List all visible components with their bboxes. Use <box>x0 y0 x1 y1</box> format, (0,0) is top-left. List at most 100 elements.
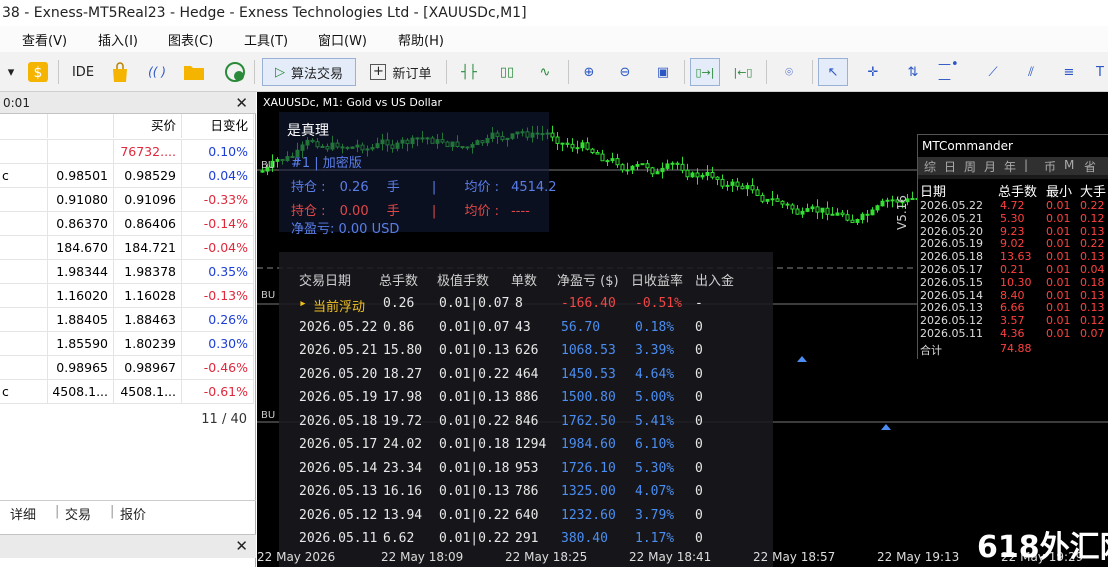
dropdown-arrow-icon[interactable]: ▾ <box>4 58 18 86</box>
table-row[interactable]: 0.91080 0.91096 -0.33% <box>0 188 254 212</box>
menu-tools[interactable]: 工具(T) <box>244 30 288 49</box>
cursor-icon[interactable]: ↖ <box>818 58 848 86</box>
ask-cell: 0.91096 <box>114 188 182 212</box>
ask-cell: 1.16028 <box>114 284 182 308</box>
mtc-tab[interactable]: 月 <box>984 158 996 175</box>
candle-body <box>800 210 805 215</box>
new-order-button[interactable]: + 新订单 <box>364 58 438 86</box>
symbol-cell <box>0 212 48 236</box>
candle-body <box>870 209 875 216</box>
mtc-tab[interactable]: M <box>1064 158 1074 172</box>
chart-shift-icon[interactable]: |←▯ <box>728 58 758 86</box>
ide-button[interactable]: IDE <box>68 58 98 86</box>
close-icon[interactable]: ✕ <box>235 535 248 557</box>
menu-charts[interactable]: 图表(C) <box>168 30 213 49</box>
bid-cell: 4508.1... <box>48 380 114 404</box>
table-row[interactable]: c 0.98501 0.98529 0.04% <box>0 164 254 188</box>
trendline-icon[interactable]: ⟋ <box>978 58 1008 86</box>
zoom-in-icon[interactable]: ⊕ <box>576 58 602 86</box>
candle-body <box>675 162 680 165</box>
mtc-tab[interactable]: 年 <box>1004 158 1016 175</box>
candle-body <box>865 213 870 216</box>
mtc-tab[interactable]: | <box>1024 158 1028 172</box>
table-row[interactable]: 0.86370 0.86406 -0.14% <box>0 212 254 236</box>
mtc-tab[interactable]: 周 <box>964 158 976 175</box>
pager: 11 / 40 <box>201 412 247 427</box>
close-icon[interactable]: ✕ <box>235 92 248 114</box>
candle-body <box>700 174 705 178</box>
menu-view[interactable]: 查看(V) <box>22 30 67 49</box>
time-tick: 22 May 18:57 <box>753 550 836 564</box>
table-row[interactable]: 0.98965 0.98967 -0.46% <box>0 356 254 380</box>
candle-body <box>860 213 865 220</box>
candle-body <box>815 206 820 213</box>
tab-trading[interactable]: 交易 <box>65 504 91 523</box>
candle-body <box>590 148 595 154</box>
watermark: 618外汇网 <box>977 530 1108 565</box>
table-row[interactable]: 1.16020 1.16028 -0.13% <box>0 284 254 308</box>
table-row[interactable]: 1.85590 1.80239 0.30% <box>0 332 254 356</box>
net-pnl: 净盈亏: 0.00 USD <box>291 222 400 237</box>
candle-chart-icon[interactable]: ▯▯ <box>492 58 522 86</box>
screenshot-icon[interactable]: ⌾ <box>776 58 802 86</box>
mtcommander-panel[interactable]: MTCommander 综日周月年 | 币 M 省 日期 总手数 最小 大手 2026.… <box>917 134 1108 360</box>
candle-body <box>580 142 585 149</box>
zoom-out-icon[interactable]: ⊖ <box>612 58 638 86</box>
mtc-tab[interactable]: 币 <box>1044 158 1056 175</box>
table-row[interactable]: c 4508.1... 4508.1... -0.61% <box>0 380 254 404</box>
bid-cell: 1.98344 <box>48 260 114 284</box>
panel-subtitle: #1 | 加密版 <box>291 156 362 171</box>
menu-help[interactable]: 帮助(H) <box>398 30 444 49</box>
bid-cell: 0.86370 <box>48 212 114 236</box>
tab-ticks[interactable]: 报价 <box>120 504 146 523</box>
symbol-cell <box>0 332 48 356</box>
tab-details[interactable]: 详细 <box>10 504 36 523</box>
mtc-row: 2026.05.15 10.30 0.01 0.18 <box>920 275 1105 289</box>
autoscroll-icon[interactable]: ▯→| <box>690 58 720 86</box>
mtc-table: 日期 总手数 最小 大手 2026.05.22 4.72 0.01 0.22 2026.… <box>918 179 1108 360</box>
vps-icon[interactable] <box>222 58 248 86</box>
picture-icon[interactable]: ▣ <box>650 58 676 86</box>
candle-body <box>630 165 635 171</box>
candle-body <box>565 142 570 145</box>
mtc-row: 2026.05.20 9.23 0.01 0.13 <box>920 224 1105 238</box>
mtc-tab[interactable]: 综 <box>924 158 936 175</box>
candle-body <box>655 171 660 175</box>
mtc-tabs: 综日周月年 | 币 M 省 <box>918 157 1108 175</box>
period-separator-icon[interactable]: ⇅ <box>898 58 928 86</box>
line-chart-icon[interactable]: ∿ <box>530 58 560 86</box>
symbol-cell <box>0 356 48 380</box>
dollar-icon[interactable]: $ <box>26 58 50 86</box>
candle-body <box>750 185 755 191</box>
candle-body <box>760 194 765 202</box>
symbol-cell <box>0 236 48 260</box>
horizontal-line-icon[interactable]: —•— <box>938 57 968 87</box>
change-cell: -0.61% <box>182 380 254 404</box>
chart-window[interactable]: XAUUSDc, M1: Gold vs US Dollar BU BU BU … <box>257 92 1108 567</box>
folder-icon[interactable] <box>182 58 206 86</box>
table-row[interactable]: 1.98344 1.98378 0.35% <box>0 260 254 284</box>
candle-body <box>560 142 565 145</box>
candle-body <box>845 214 850 221</box>
text-icon[interactable]: T <box>1092 58 1108 86</box>
crosshair-icon[interactable]: ✛ <box>858 58 888 86</box>
version-label: V5.16 <box>895 195 909 230</box>
table-row[interactable]: 76732.... 0.10% <box>0 140 254 164</box>
fibonacci-icon[interactable]: ≡ <box>1054 58 1084 86</box>
candle-body <box>710 172 715 178</box>
col-change[interactable]: 日变化 <box>182 114 254 138</box>
menu-window[interactable]: 窗口(W) <box>318 30 367 49</box>
algo-trading-button[interactable]: ▷ 算法交易 <box>262 58 356 86</box>
col-bid[interactable]: 买价 <box>114 114 182 138</box>
mtc-tab[interactable]: 日 <box>944 158 956 175</box>
bar-chart-icon[interactable]: ┤├ <box>454 58 484 86</box>
signals-icon[interactable]: (( ) <box>142 58 172 86</box>
mtc-tab[interactable]: 省 <box>1084 158 1096 175</box>
table-row[interactable]: 184.670 184.721 -0.04% <box>0 236 254 260</box>
channel-icon[interactable]: ⫽ <box>1016 58 1046 86</box>
candle-body <box>785 203 790 206</box>
table-row[interactable]: 1.88405 1.88463 0.26% <box>0 308 254 332</box>
candle-body <box>820 207 825 213</box>
bag-icon[interactable] <box>108 58 132 86</box>
menu-insert[interactable]: 插入(I) <box>98 30 138 49</box>
